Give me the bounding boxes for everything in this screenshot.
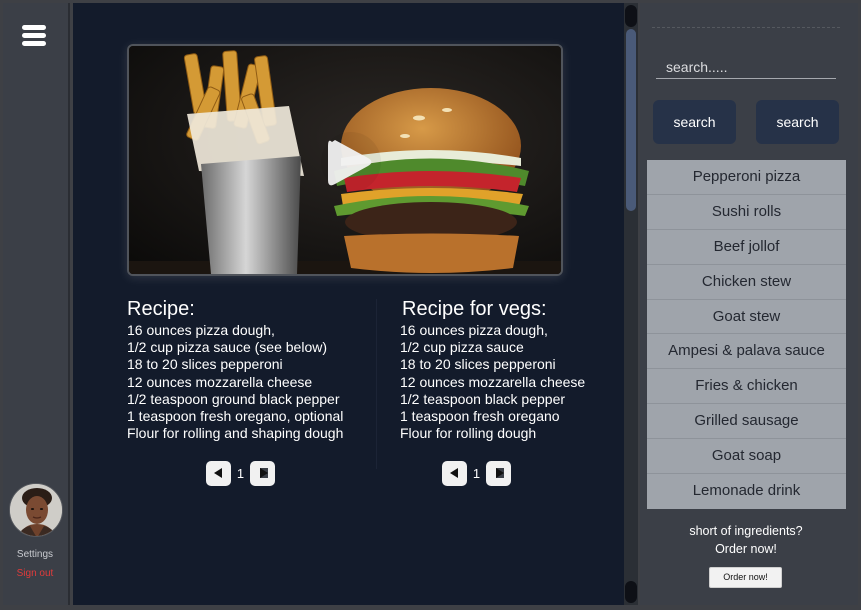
page-number: 1	[236, 465, 245, 481]
recipe-card: Recipe: 16 ounces pizza dough, 1/2 cup p…	[127, 297, 343, 442]
ingredient-line: 16 ounces pizza dough,	[127, 322, 275, 338]
list-item[interactable]: Pepperoni pizza	[647, 160, 846, 195]
scrollbar-thumb[interactable]	[626, 29, 636, 211]
left-sidebar: Settings Sign out	[3, 3, 70, 605]
search-box	[652, 27, 840, 79]
chevron-left-icon	[214, 467, 222, 478]
search-button[interactable]: search	[653, 100, 736, 144]
app-window: Settings Sign out Recipe: 16 ounces pizz…	[0, 0, 861, 610]
scroll-down-cap[interactable]	[625, 581, 637, 603]
burger-fries-thumbnail	[129, 46, 561, 274]
prev-page-button[interactable]	[442, 460, 467, 486]
chevron-right-icon	[496, 467, 504, 478]
ingredient-line: Flour for rolling and shaping dough	[127, 425, 344, 442]
next-page-button[interactable]	[486, 460, 511, 486]
search-input[interactable]	[656, 55, 836, 79]
column-divider	[376, 299, 377, 469]
list-item[interactable]: Lemonade drink	[647, 474, 846, 509]
right-panel: search search Pepperoni pizza Sushi roll…	[640, 3, 858, 605]
ingredient-line: 1/2 teaspoon ground black pepper	[127, 390, 340, 407]
avatar[interactable]	[9, 483, 63, 537]
list-item[interactable]: Beef jollof	[647, 230, 846, 265]
ingredient-line: 18 to 20 slices pepperoni	[127, 356, 283, 373]
list-item[interactable]: Grilled sausage	[647, 404, 846, 440]
ingredient-line: 12 ounces mozzarella cheese	[127, 373, 313, 390]
recipe-title: Recipe for vegs:	[402, 298, 547, 320]
sign-out-link[interactable]: Sign out	[3, 568, 67, 579]
dish-list: Pepperoni pizza Sushi rolls Beef jollof …	[647, 160, 846, 509]
order-prompt: short of ingredients? Order now!	[640, 522, 852, 558]
next-page-button[interactable]	[250, 460, 275, 486]
ingredient-line: Flour for rolling dough	[400, 425, 537, 442]
ingredient-line: 18 to 20 slices pepperoni	[400, 356, 556, 373]
recipe-pager: 1	[206, 460, 275, 486]
chevron-right-icon	[260, 467, 268, 478]
list-item[interactable]: Goat stew	[647, 300, 846, 335]
prev-page-button[interactable]	[206, 460, 231, 486]
veg-recipe-pager: 1	[442, 460, 511, 486]
settings-link[interactable]: Settings	[3, 549, 67, 560]
search-button-secondary[interactable]: search	[756, 100, 839, 144]
list-item[interactable]: Fries & chicken	[647, 369, 846, 405]
main-content: Recipe: 16 ounces pizza dough, 1/2 cup p…	[73, 3, 624, 605]
ingredient-line: 1/2 cup pizza sauce (see below)	[127, 339, 327, 356]
main-scrollbar[interactable]	[624, 3, 638, 605]
ingredient-line: 12 ounces mozzarella cheese	[400, 373, 586, 390]
list-item[interactable]: Ampesi & palava sauce	[647, 334, 846, 370]
list-item[interactable]: Chicken stew	[647, 265, 846, 300]
order-prompt-line: Order now!	[715, 542, 777, 556]
ingredient-line: 1 teaspoon fresh oregano	[400, 408, 560, 425]
veg-recipe-card: Recipe for vegs: 16 ounces pizza dough, …	[400, 297, 585, 442]
order-prompt-line: short of ingredients?	[689, 524, 803, 538]
list-item[interactable]: Sushi rolls	[647, 195, 846, 230]
scroll-up-cap[interactable]	[625, 5, 637, 27]
list-item[interactable]: Goat soap	[647, 439, 846, 475]
ingredient-line: 1 teaspoon fresh oregano, optional	[127, 408, 344, 425]
hamburger-menu-icon[interactable]	[22, 25, 46, 47]
chevron-left-icon	[450, 467, 458, 478]
ingredient-line: 1/2 teaspoon black pepper	[400, 390, 566, 407]
ingredient-line: 1/2 cup pizza sauce	[400, 339, 524, 356]
page-number: 1	[472, 465, 481, 481]
recipe-title: Recipe:	[127, 298, 195, 320]
video-player[interactable]	[127, 44, 563, 276]
ingredient-line: 16 ounces pizza dough,	[400, 322, 548, 338]
order-now-button[interactable]: Order now!	[709, 567, 782, 588]
